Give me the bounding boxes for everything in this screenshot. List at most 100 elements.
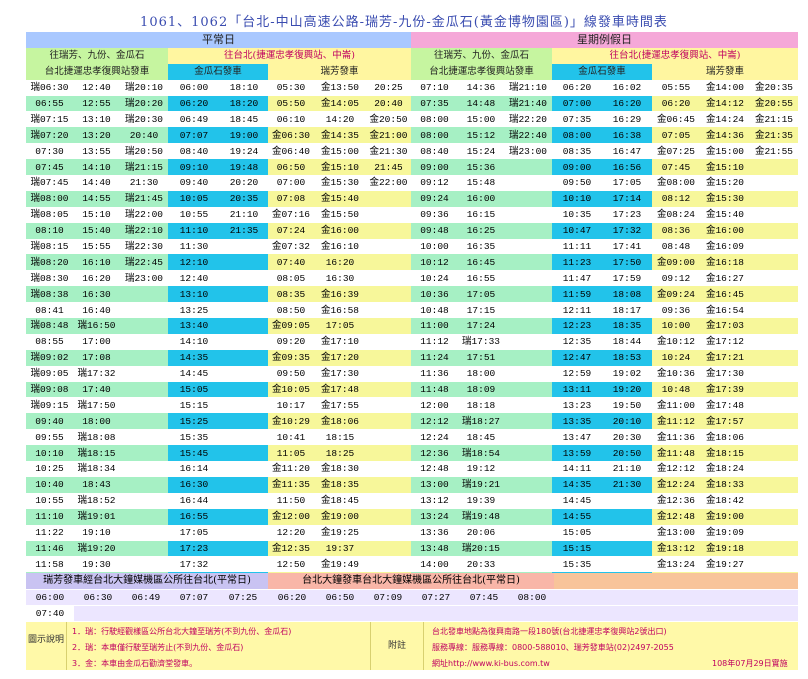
info-website[interactable]: 網址http://www.ki-bus.com.tw xyxy=(432,657,550,671)
weekday-cell xyxy=(220,476,268,493)
weekend-cell: 金14:36 xyxy=(700,127,750,144)
weekday-cell: 08:50 xyxy=(276,304,306,316)
weekend-cell: 金19:27 xyxy=(705,558,744,570)
weekend-cell xyxy=(750,302,798,318)
weekday-cell: 19:37 xyxy=(314,540,366,557)
footer: 圖示說明 1．瑞：行駛經觀樣區公所台北大鐘至瑞芳(不到九份、金瓜石) 2．瑞：本… xyxy=(26,622,798,670)
weekend-cell: 09:36 xyxy=(420,209,449,221)
weekend-cell: 17:41 xyxy=(612,241,642,253)
weekday-cell: 瑞08:15 xyxy=(30,241,69,253)
weekend-cell: 12:23 xyxy=(552,318,602,334)
weekday-cell xyxy=(120,493,168,509)
weekend-cell: 11:11 xyxy=(562,241,592,253)
weekend-cell: 金19:09 xyxy=(705,527,744,539)
weekend-cell: 金11:00 xyxy=(656,399,695,411)
weekend-cell xyxy=(750,381,798,398)
weekend-cell xyxy=(602,493,652,509)
weekend-cell xyxy=(504,366,552,382)
weekday-cell: 06:00 xyxy=(179,82,209,94)
weekday-cell xyxy=(220,381,268,398)
weekend-cell xyxy=(504,429,552,445)
weekend-cell: 20:33 xyxy=(466,558,496,570)
weekend-cell xyxy=(504,476,552,493)
weekday-cell: 09:20 xyxy=(276,336,306,348)
weekday-cell: 06:10 xyxy=(276,113,306,125)
weekday-cell xyxy=(120,318,168,334)
weekday-cell xyxy=(220,334,268,350)
weekend-cell: 15:00 xyxy=(466,113,496,125)
weekend-cell xyxy=(504,413,552,430)
weekday-cell: 05:30 xyxy=(276,82,306,94)
weekday-cell: 13:20 xyxy=(73,127,120,144)
weekday-cell: 瑞08:20 xyxy=(26,254,73,271)
weekday-cell: 14:10 xyxy=(73,159,120,176)
weekday-cell xyxy=(220,493,268,509)
weekday-cell: 11:50 xyxy=(276,495,306,507)
weekend-cell: 17:32 xyxy=(602,222,652,239)
weekend-cell xyxy=(602,525,652,541)
weekend-cell: 07:35 xyxy=(411,95,458,112)
table-row: 10:10 瑞18:15 15:45 11:05 18:25 12:36 瑞18:54 13:… xyxy=(26,445,798,462)
weekend-cell: 金21:15 xyxy=(754,113,793,125)
weekday-cell: 18:43 xyxy=(73,476,120,493)
weekday-cell: 07:30 xyxy=(35,145,64,157)
weekend-cell xyxy=(504,525,552,541)
weekday-cell: 07:45 xyxy=(26,159,73,176)
weekday-cell xyxy=(220,525,268,541)
weekend-cell: 16:29 xyxy=(612,113,642,125)
weekday-cell: 瑞18:52 xyxy=(77,495,116,507)
weekday-cell: 11:10 xyxy=(168,222,220,239)
weekend-cell: 10:48 xyxy=(652,381,700,398)
shuttle-time: 07:25 xyxy=(228,592,258,603)
weekend-cell: 10:36 xyxy=(411,286,458,303)
weekday-cell: 17:00 xyxy=(82,336,111,348)
weekend-cell: 金11:48 xyxy=(652,445,700,462)
weekday-cell xyxy=(120,286,168,303)
weekend-cell: 18:45 xyxy=(466,431,496,443)
weekday-cell: 17:05 xyxy=(179,527,209,539)
table-row: 瑞08:15 15:55 瑞22:30 11:30 金07:32 金16:10 10:00 1… xyxy=(26,239,798,255)
weekday-cell xyxy=(220,270,268,286)
weekday-cell: 16:30 xyxy=(73,286,120,303)
weekend-cell: 金16:45 xyxy=(700,286,750,303)
weekday-cell xyxy=(220,366,268,382)
weekend-cell: 16:56 xyxy=(602,159,652,176)
weekend-cell: 16:55 xyxy=(466,272,496,284)
weekend-cell: 瑞21:40 xyxy=(504,95,552,112)
weekday-cell: 15:45 xyxy=(168,445,220,462)
weekday-cell: 瑞21:15 xyxy=(120,159,168,176)
table-row: 09:55 瑞18:08 15:35 10:41 18:15 12:24 18:45 13:4… xyxy=(26,429,798,445)
weekend-cell: 瑞19:48 xyxy=(458,508,504,525)
weekday-cell: 08:05 xyxy=(276,272,306,284)
weekend-cell: 17:05 xyxy=(458,286,504,303)
weekend-cell xyxy=(750,190,798,207)
weekend-cell xyxy=(750,222,798,239)
weekend-cell xyxy=(504,508,552,525)
weekday-cell xyxy=(120,381,168,398)
note-1: 1．瑞：行駛經觀樣區公所台北大鐘至瑞芳(不到九份、金瓜石) xyxy=(72,627,292,636)
weekday-cell: 金18:35 xyxy=(314,476,366,493)
weekend-cell: 16:47 xyxy=(612,145,642,157)
weekday-cell: 金17:10 xyxy=(320,336,359,348)
weekday-cell xyxy=(220,429,268,445)
weekend-cell: 金09:00 xyxy=(652,254,700,271)
weekday-cell: 瑞23:00 xyxy=(124,272,163,284)
shuttle-time: 07:45 xyxy=(469,592,499,603)
appendix-label: 附註 xyxy=(370,622,424,670)
weekend-cell: 金12:36 xyxy=(656,495,695,507)
weekend-cell xyxy=(504,334,552,350)
weekend-cell: 17:14 xyxy=(602,190,652,207)
shuttle-time: 07:09 xyxy=(373,592,403,603)
weekend-cell: 瑞22:20 xyxy=(508,113,547,125)
weekend-cell: 08:00 xyxy=(420,113,449,125)
table-row: 瑞06:30 12:40 瑞20:10 06:00 18:10 05:30 金13:50 20… xyxy=(26,80,798,96)
weekday-cell xyxy=(366,318,411,334)
weekday-cell: 18:20 xyxy=(220,95,268,112)
weekday-cell: 瑞22:00 xyxy=(124,209,163,221)
weekday-cell: 08:35 xyxy=(268,286,314,303)
weekday-cell: 瑞09:02 xyxy=(26,349,73,366)
weekend-cell: 11:59 xyxy=(552,286,602,303)
weekday-cell xyxy=(120,349,168,366)
weekday-cell: 07:00 xyxy=(276,177,306,189)
weekend-cell xyxy=(750,349,798,366)
